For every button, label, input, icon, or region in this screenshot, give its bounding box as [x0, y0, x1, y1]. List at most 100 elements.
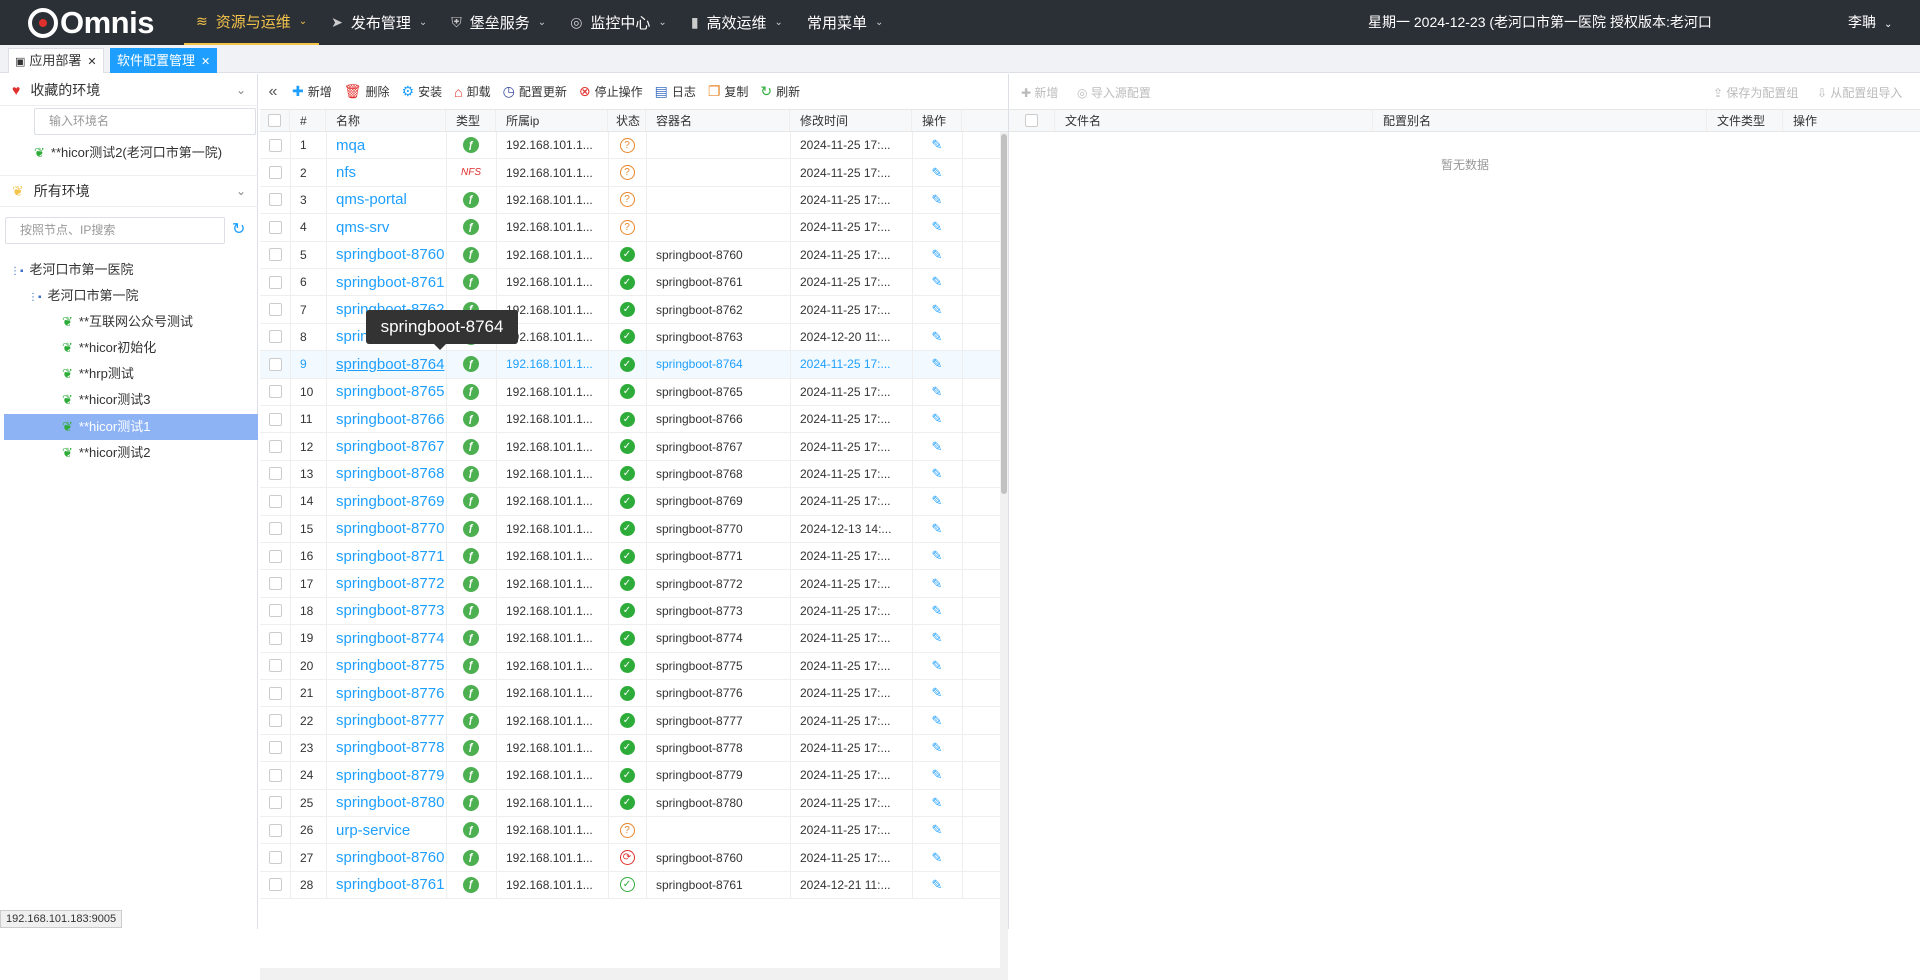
row-checkbox[interactable] — [260, 680, 290, 706]
row-name-link[interactable]: springboot-8773 — [336, 598, 446, 624]
edit-icon[interactable]: ✎ — [912, 707, 962, 733]
menu-release[interactable]: ➤ 发布管理 ⌄ — [319, 0, 439, 45]
row-name-link[interactable]: springboot-8767 — [336, 433, 446, 459]
edit-icon[interactable]: ✎ — [912, 680, 962, 706]
table-row[interactable]: 27 springboot-8760 ƒ 192.168.101.1... ⟳ sprin… — [260, 844, 1000, 872]
col-status[interactable]: 状态 — [608, 110, 646, 131]
col-name[interactable]: 名称 — [326, 110, 446, 131]
table-row[interactable]: 3 qms-portal ƒ 192.168.101.1...? 2024-11-25 … — [260, 187, 1000, 215]
row-checkbox[interactable] — [260, 351, 290, 377]
row-checkbox[interactable] — [260, 214, 290, 240]
close-icon[interactable]: ✕ — [201, 56, 210, 68]
row-name-link[interactable]: springboot-8769 — [336, 488, 446, 514]
menu-efficient-ops[interactable]: ▮ 高效运维 ⌄ — [679, 0, 795, 45]
row-checkbox[interactable] — [260, 543, 290, 569]
tree-env-item[interactable]: ❦ **互联网公众号测试 — [62, 310, 193, 334]
table-row[interactable]: 21 springboot-8776 ƒ 192.168.101.1... ✓ sprin… — [260, 680, 1000, 708]
row-checkbox[interactable] — [260, 242, 290, 268]
table-row[interactable]: 15 springboot-8770 ƒ 192.168.101.1... ✓ sprin… — [260, 516, 1000, 543]
add-button[interactable]: ✚ 新增 — [286, 83, 338, 100]
edit-icon[interactable]: ✎ — [912, 488, 962, 514]
row-name-link[interactable]: springboot-8761 — [336, 872, 446, 898]
table-row[interactable]: 25 springboot-8780 ƒ 192.168.101.1... ✓ sprin… — [260, 790, 1000, 817]
edit-icon[interactable]: ✎ — [912, 269, 962, 295]
favorites-header[interactable]: ♥ 收藏的环境 ⌄ — [0, 74, 258, 106]
row-name-link[interactable]: mqa — [336, 132, 446, 158]
table-row[interactable]: 17 springboot-8772 ƒ 192.168.101.1... ✓ sprin… — [260, 570, 1000, 598]
edit-icon[interactable]: ✎ — [912, 844, 962, 870]
close-icon[interactable]: ✕ — [87, 56, 96, 68]
col-container[interactable]: 容器名 — [646, 110, 790, 131]
row-name-link[interactable]: springboot-8765 — [336, 379, 446, 405]
table-row[interactable]: 13 springboot-8768 ƒ 192.168.101.1... ✓ sprin… — [260, 461, 1000, 489]
import-from-group-button[interactable]: ⇩ 从配置组导入 — [1817, 84, 1902, 101]
edit-icon[interactable]: ✎ — [912, 351, 962, 377]
uninstall-button[interactable]: ⌂ 卸载 — [448, 83, 496, 100]
edit-icon[interactable]: ✎ — [912, 735, 962, 761]
row-checkbox[interactable] — [260, 324, 290, 350]
edit-icon[interactable]: ✎ — [912, 543, 962, 569]
row-checkbox[interactable] — [260, 433, 290, 459]
row-name-link[interactable]: springboot-8775 — [336, 653, 446, 679]
table-row[interactable]: 14 springboot-8769 ƒ 192.168.101.1... ✓ sprin… — [260, 488, 1000, 516]
row-checkbox[interactable] — [260, 872, 290, 898]
edit-icon[interactable]: ✎ — [912, 406, 962, 432]
all-env-header[interactable]: ❦ 所有环境 ⌄ — [0, 175, 258, 207]
copy-button[interactable]: ❐ 复制 — [702, 83, 755, 100]
row-checkbox[interactable] — [260, 159, 290, 185]
table-row[interactable]: 2 nfs NFS 192.168.101.1...? 2024-11-25 17:..… — [260, 159, 1000, 187]
edit-icon[interactable]: ✎ — [912, 379, 962, 405]
vertical-scrollbar[interactable] — [1000, 132, 1008, 968]
table-row[interactable]: 19 springboot-8774 ƒ 192.168.101.1... ✓ sprin… — [260, 625, 1000, 653]
menu-common[interactable]: 常用菜单 ⌄ — [795, 0, 895, 45]
row-checkbox[interactable] — [260, 762, 290, 788]
table-row[interactable]: 1 mqa ƒ 192.168.101.1...? 2024-11-25 17:... ✎ — [260, 132, 1000, 160]
table-row[interactable]: 6 springboot-8761 ƒ 192.168.101.1... ✓ spring… — [260, 269, 1000, 297]
row-name-link[interactable]: springboot-8779 — [336, 762, 446, 788]
row-checkbox[interactable] — [260, 653, 290, 679]
tree-env-item[interactable]: ❦ **hicor初始化 — [62, 336, 156, 360]
table-row[interactable]: 22 springboot-8777 ƒ 192.168.101.1... ✓ sprin… — [260, 707, 1000, 735]
table-row[interactable]: 11 springboot-8766 ƒ 192.168.101.1... ✓ sprin… — [260, 406, 1000, 434]
config-select-all-checkbox[interactable] — [1009, 110, 1055, 131]
col-file-type[interactable]: 文件类型 — [1707, 110, 1783, 131]
row-name-link[interactable]: springboot-8771 — [336, 543, 446, 569]
table-row[interactable]: 10 springboot-8765 ƒ 192.168.101.1... ✓ sprin… — [260, 379, 1000, 406]
edit-icon[interactable]: ✎ — [912, 296, 962, 322]
edit-icon[interactable]: ✎ — [912, 790, 962, 816]
row-checkbox[interactable] — [260, 269, 290, 295]
table-row[interactable]: 23 springboot-8778 ƒ 192.168.101.1... ✓ sprin… — [260, 735, 1000, 763]
row-name-link[interactable]: springboot-8772 — [336, 570, 446, 596]
omnis-logo[interactable]: Omnis — [28, 5, 154, 40]
edit-icon[interactable]: ✎ — [912, 516, 962, 542]
favorite-env-search-input[interactable]: 输入环境名 — [34, 108, 256, 135]
row-checkbox[interactable] — [260, 488, 290, 514]
install-button[interactable]: ⚙ 安装 — [396, 83, 449, 100]
row-checkbox[interactable] — [260, 707, 290, 733]
edit-icon[interactable]: ✎ — [912, 242, 962, 268]
tree-node-branch[interactable]: ⋮▪ 老河口市第一院 — [28, 284, 139, 308]
table-row[interactable]: 18 springboot-8773 ƒ 192.168.101.1... ✓ sprin… — [260, 598, 1000, 626]
row-checkbox[interactable] — [260, 132, 290, 158]
stop-operation-button[interactable]: ⊗ 停止操作 — [573, 83, 649, 100]
table-row[interactable]: 26 urp-service ƒ 192.168.101.1...? 2024-11-2… — [260, 817, 1000, 845]
table-row[interactable]: 24 springboot-8779 ƒ 192.168.101.1... ✓ sprin… — [260, 762, 1000, 790]
collapse-sidebar-icon[interactable]: « — [260, 83, 286, 101]
delete-button[interactable]: 🗑 删除 — [338, 83, 396, 100]
edit-icon[interactable]: ✎ — [912, 598, 962, 624]
table-row[interactable]: 16 springboot-8771 ƒ 192.168.101.1... ✓ sprin… — [260, 543, 1000, 571]
log-button[interactable]: ▤ 日志 — [649, 83, 702, 100]
edit-icon[interactable]: ✎ — [912, 187, 962, 213]
edit-icon[interactable]: ✎ — [912, 214, 962, 240]
edit-icon[interactable]: ✎ — [912, 625, 962, 651]
row-checkbox[interactable] — [260, 379, 290, 405]
menu-bastion[interactable]: ⛨ 堡垒服务 ⌄ — [439, 0, 558, 45]
tree-env-item[interactable]: ❦ **hrp测试 — [62, 362, 134, 386]
row-name-link[interactable]: qms-srv — [336, 214, 446, 240]
table-row[interactable]: 9 springboot-8764 ƒ 192.168.101.1... ✓ spring… — [260, 351, 1000, 379]
col-config-alias[interactable]: 配置别名 — [1373, 110, 1707, 131]
row-checkbox[interactable] — [260, 625, 290, 651]
tree-env-item[interactable]: ❦ **hicor测试3 — [62, 388, 150, 412]
row-checkbox[interactable] — [260, 844, 290, 870]
config-update-button[interactable]: ◷ 配置更新 — [497, 83, 573, 100]
